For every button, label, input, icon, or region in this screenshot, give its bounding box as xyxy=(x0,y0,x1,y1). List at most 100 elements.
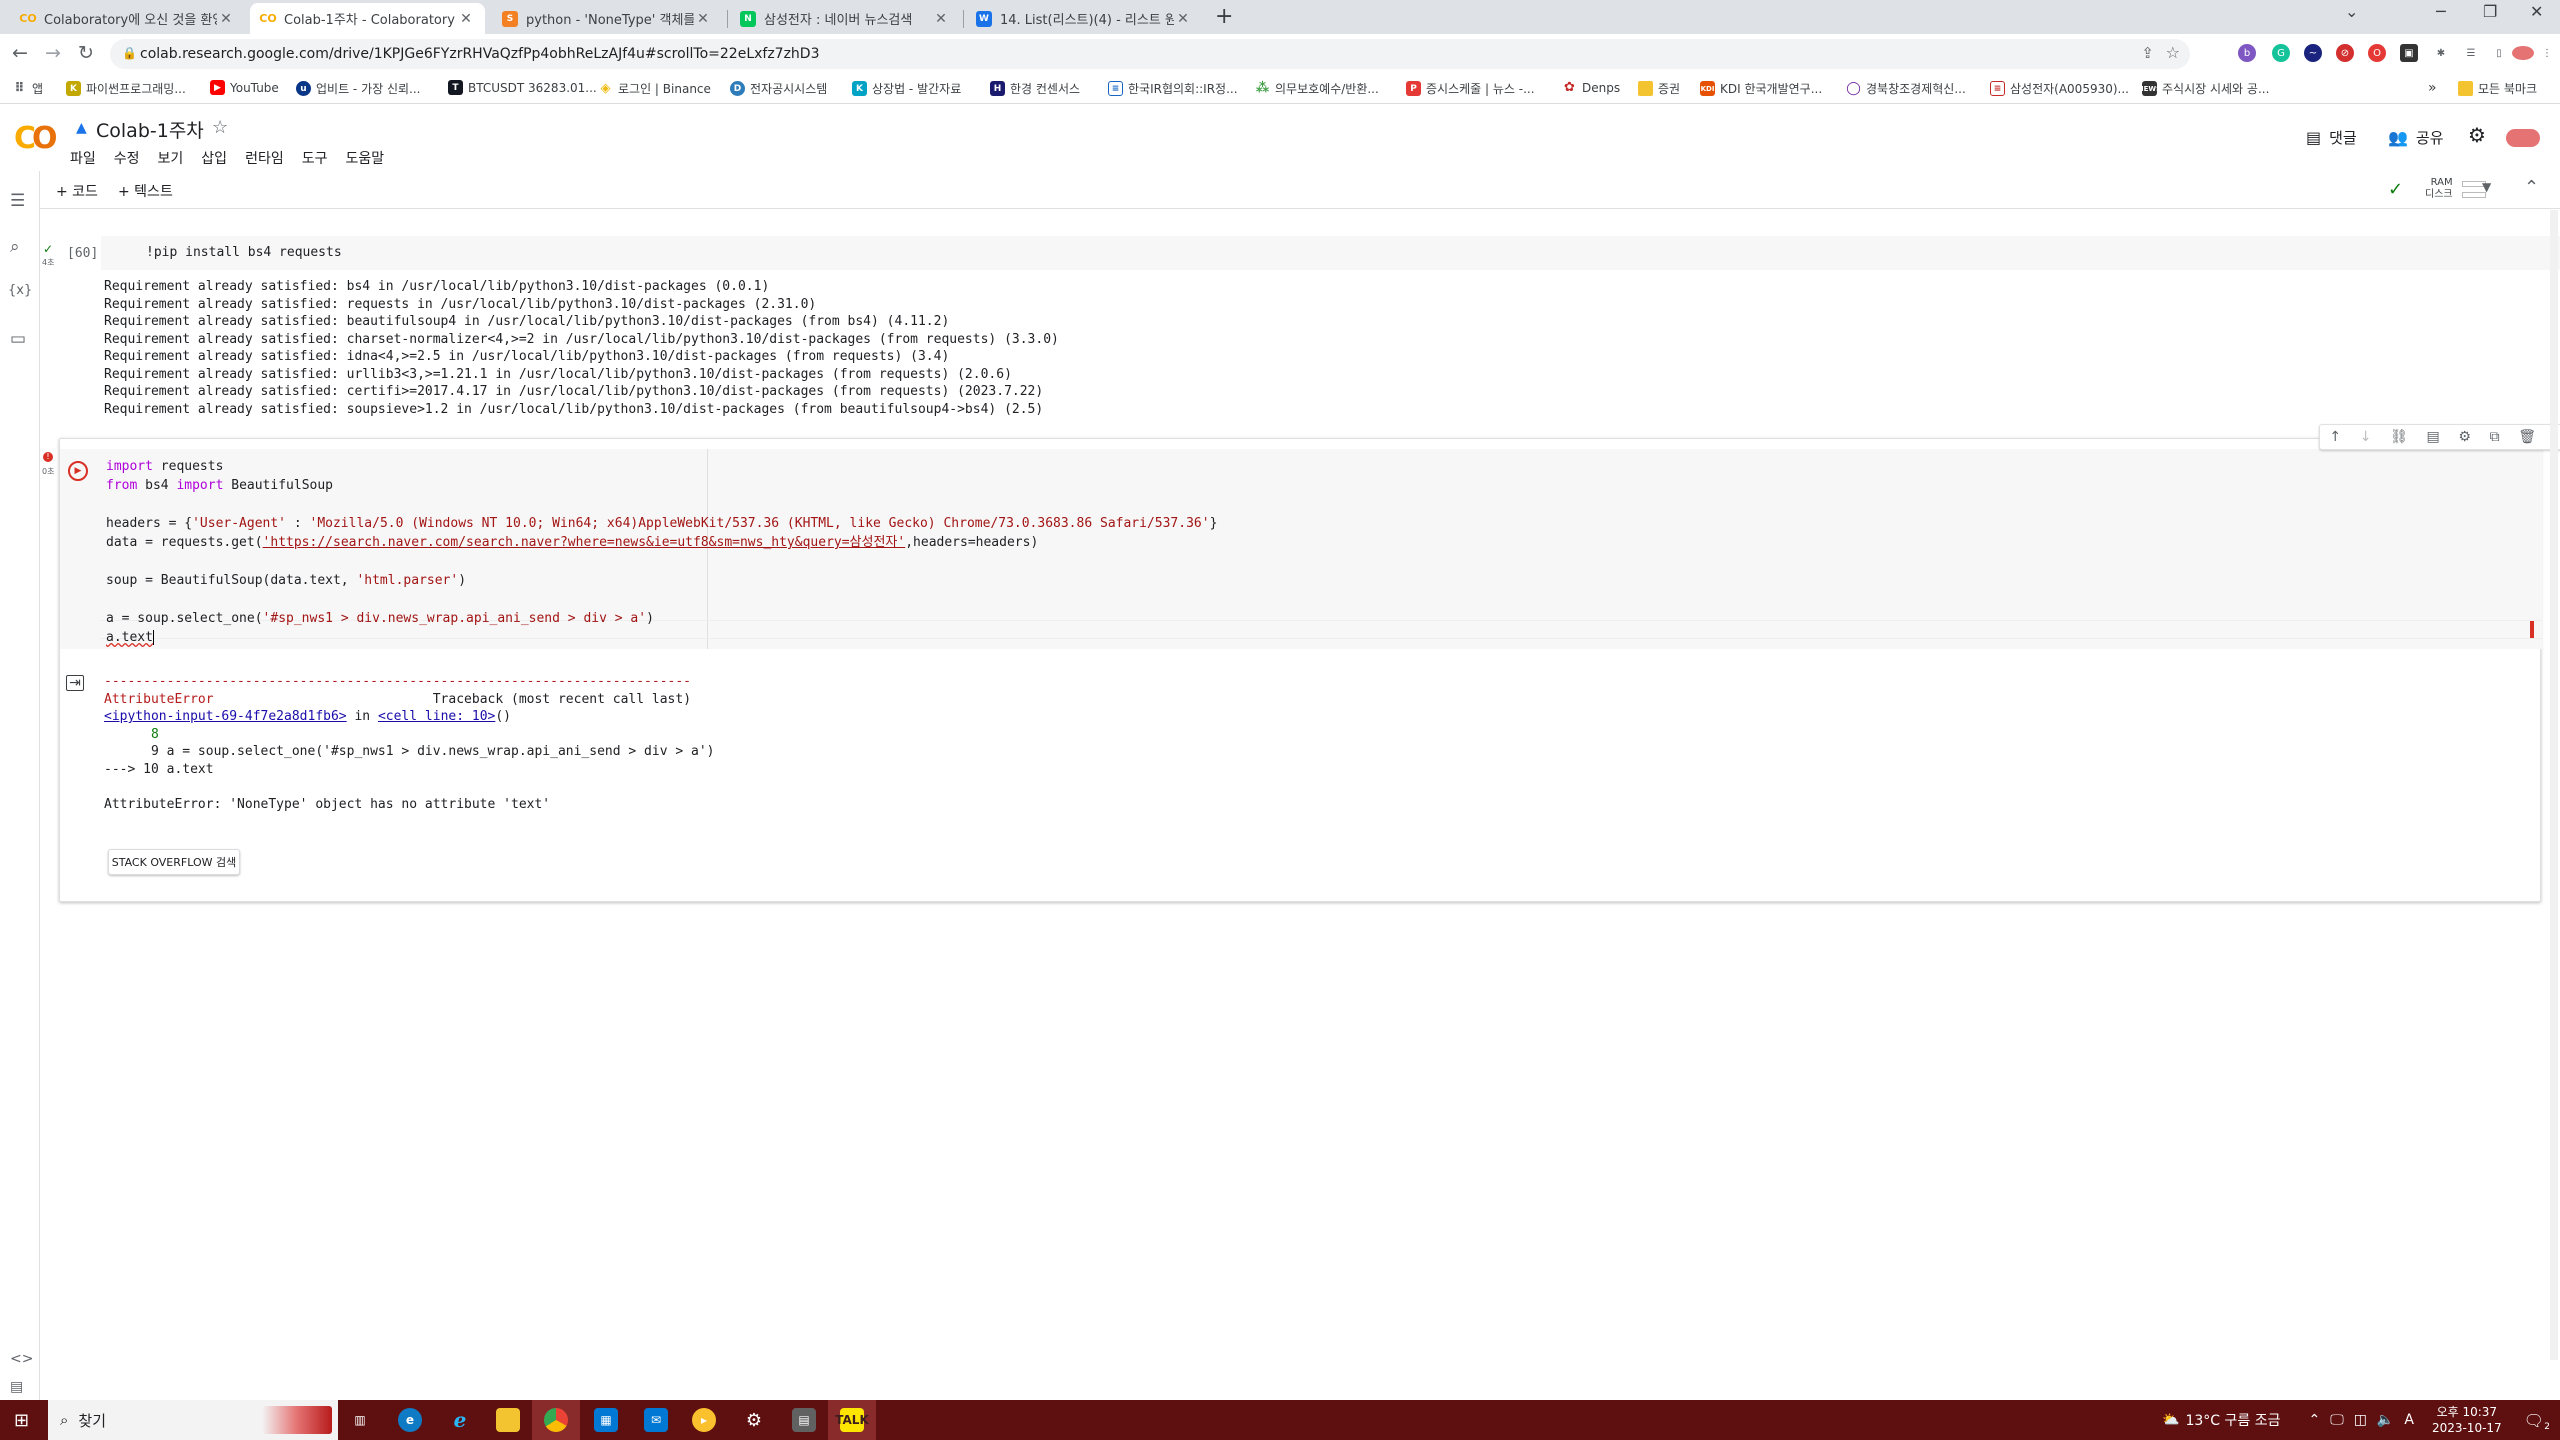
notebook-title[interactable]: Colab-1주차 xyxy=(96,116,204,143)
browser-tab-colab-active[interactable]: CO Colab-1주차 - Colaboratory ✕ xyxy=(250,3,485,34)
chrome-browser-icon[interactable] xyxy=(544,1408,568,1432)
browser-tab-stackoverflow[interactable]: S python - 'NoneType' 객체를 정 ✕ xyxy=(492,3,722,34)
weather-text[interactable]: 13°C 구름 조금 xyxy=(2185,1410,2280,1430)
cell-settings-icon[interactable]: ⚙ xyxy=(2458,429,2471,445)
close-tab-icon[interactable]: ✕ xyxy=(932,11,950,27)
browser-menu-icon[interactable]: ⋮ xyxy=(2538,44,2556,62)
bookmarks-overflow-button[interactable]: » xyxy=(2428,80,2437,96)
menu-file[interactable]: 파일 xyxy=(70,148,96,168)
move-cell-up-icon[interactable]: ↑ xyxy=(2329,429,2341,445)
link-icon[interactable]: ⛓ xyxy=(2390,429,2408,445)
minimize-icon[interactable]: ─ xyxy=(2436,2,2446,21)
bookmark-listing-law[interactable]: K 상장법 - 발간자료 xyxy=(852,80,961,97)
close-tab-icon[interactable]: ✕ xyxy=(457,11,475,27)
code-snippets-icon[interactable]: <> xyxy=(10,1351,33,1367)
bookmark-star-icon[interactable]: ☆ xyxy=(2166,43,2180,62)
delete-cell-icon[interactable]: 🗑 xyxy=(2518,429,2536,445)
microsoft-store-icon[interactable]: ▦ xyxy=(594,1408,618,1432)
extension-stocks-icon[interactable]: ~ xyxy=(2304,44,2322,62)
extension-b-icon[interactable]: b xyxy=(2238,44,2256,62)
bookmark-denps[interactable]: ✿ Denps xyxy=(1562,80,1620,95)
side-panel-icon[interactable]: ▯ xyxy=(2490,44,2508,62)
calculator-icon[interactable]: ▤ xyxy=(792,1408,816,1432)
menu-runtime[interactable]: 런타임 xyxy=(245,148,284,168)
stackoverflow-search-button[interactable]: STACK OVERFLOW 검색 xyxy=(108,849,240,875)
extensions-puzzle-icon[interactable]: ✱ xyxy=(2432,44,2450,62)
resource-monitor[interactable]: RAM 디스크 xyxy=(2425,177,2453,201)
bookmark-apps[interactable]: ⠿ 앱 xyxy=(12,80,43,97)
bookmark-kirs[interactable]: ≡ 한국IR협의회::IR정... xyxy=(1108,80,1238,97)
bookmark-folder-securities[interactable]: 증권 xyxy=(1638,80,1680,97)
reload-icon[interactable]: ↻ xyxy=(78,42,94,64)
share-page-icon[interactable]: ⇪ xyxy=(2141,44,2154,62)
settings-app-icon[interactable]: ⚙ xyxy=(742,1408,766,1432)
close-tab-icon[interactable]: ✕ xyxy=(694,11,712,27)
collapse-header-icon[interactable]: ⌃ xyxy=(2524,177,2539,198)
ime-indicator[interactable]: A xyxy=(2404,1412,2414,1428)
taskbar-search-input[interactable]: ⌕ 찾기 xyxy=(48,1400,338,1440)
bookmark-binance[interactable]: ◈ 로그인 | Binance xyxy=(598,80,711,97)
bookmark-stock-schedule[interactable]: P 증시스케줄 | 뉴스 -... xyxy=(1406,80,1535,97)
cell-line-link[interactable]: <cell line: 10> xyxy=(378,709,495,724)
code-editor[interactable]: !pip install bs4 requests xyxy=(101,236,2560,270)
menu-help[interactable]: 도움말 xyxy=(345,148,384,168)
tab-search-icon[interactable]: ⌄ xyxy=(2345,2,2358,21)
bookmark-ccei[interactable]: ◯ 경북창조경제혁신... xyxy=(1846,80,1966,97)
menu-edit[interactable]: 수정 xyxy=(114,148,140,168)
account-avatar[interactable] xyxy=(2506,129,2540,147)
add-text-cell-button[interactable]: + 텍스트 xyxy=(118,181,173,201)
bookmark-stock-market[interactable]: NEWS 주식시장 시세와 공... xyxy=(2138,80,2269,97)
settings-gear-icon[interactable]: ⚙ xyxy=(2468,123,2486,147)
bookmark-hankyung-consensus[interactable]: H 한경 컨센서스 xyxy=(990,80,1080,97)
extension-grammarly-icon[interactable]: G xyxy=(2272,44,2290,62)
close-window-icon[interactable]: ✕ xyxy=(2530,2,2543,21)
comment-icon[interactable]: ▤ xyxy=(2426,429,2439,445)
add-code-cell-button[interactable]: + 코드 xyxy=(56,181,98,201)
comment-button[interactable]: ▤ 댓글 xyxy=(2306,127,2357,148)
runtime-dropdown-icon[interactable]: ▼ xyxy=(2482,180,2491,194)
files-folder-icon[interactable]: ▭ xyxy=(10,329,26,349)
bookmark-samsung[interactable]: ≡ 삼성전자(A005930)... xyxy=(1990,80,2129,97)
yellow-app-icon[interactable]: ▸ xyxy=(692,1408,716,1432)
bookmark-youtube[interactable]: ▶ YouTube xyxy=(210,80,279,95)
mail-icon[interactable]: ✉ xyxy=(644,1408,668,1432)
naver-url-link[interactable]: 'https://search.naver.com/search.naver?w… xyxy=(263,535,906,550)
reading-list-icon[interactable]: ☰ xyxy=(2462,44,2480,62)
cell-exec-count[interactable]: [60] xyxy=(67,246,98,261)
bookmark-python-programming[interactable]: K 파이썬프로그래밍... xyxy=(66,80,186,97)
url-input[interactable]: 🔒 colab.research.google.com/drive/1KPJGe… xyxy=(110,39,2190,69)
wifi-icon[interactable]: ◫ xyxy=(2354,1412,2367,1428)
search-icon[interactable]: ⌕ xyxy=(10,237,20,257)
menu-view[interactable]: 보기 xyxy=(158,148,184,168)
notebook-scrollbar[interactable] xyxy=(2550,210,2558,1360)
run-cell-play-icon[interactable]: ▶ xyxy=(68,461,88,481)
internet-explorer-icon[interactable]: ℯ xyxy=(448,1408,472,1432)
variables-icon[interactable]: {x} xyxy=(8,283,32,298)
bookmark-dart[interactable]: D 전자공시시스템 xyxy=(730,80,827,97)
edge-browser-icon[interactable]: e xyxy=(398,1408,422,1432)
close-tab-icon[interactable]: ✕ xyxy=(1174,11,1192,27)
kakaotalk-icon[interactable]: TALK xyxy=(835,1408,869,1432)
clock[interactable]: 오후 10:37 2023-10-17 xyxy=(2432,1404,2502,1436)
bookmark-upbit[interactable]: u 업비트 - 가장 신뢰... xyxy=(296,80,421,97)
new-tab-button[interactable]: + xyxy=(1215,4,1233,29)
colab-logo[interactable]: CO xyxy=(14,121,57,156)
browser-tab-colab-welcome[interactable]: CO Colaboratory에 오신 것을 환영 ✕ xyxy=(10,3,245,34)
bookmark-lockup[interactable]: ⁂ 의무보호예수/반환... xyxy=(1255,80,1379,97)
notification-center-icon[interactable]: 🗨 2 xyxy=(2524,1411,2550,1432)
bookmark-tradingview[interactable]: T BTCUSDT 36283.01... xyxy=(448,80,597,95)
browser-tab-naver-news[interactable]: N 삼성전자 : 네이버 뉴스검색 ✕ xyxy=(730,3,960,34)
all-bookmarks-button[interactable]: 모든 북마크 xyxy=(2458,80,2537,97)
windows-start-icon[interactable]: ⊞ xyxy=(14,1410,29,1431)
table-of-contents-icon[interactable]: ☰ xyxy=(10,191,25,211)
ipython-input-link[interactable]: <ipython-input-69-4f7e2a8d1fb6> xyxy=(104,709,347,724)
command-palette-icon[interactable]: ▤ xyxy=(10,1379,23,1395)
show-hidden-icons-icon[interactable]: ⌃ xyxy=(2308,1412,2320,1428)
menu-tools[interactable]: 도구 xyxy=(302,148,328,168)
task-view-icon[interactable]: ▥ xyxy=(348,1408,372,1432)
mirror-cell-icon[interactable]: ⧉ xyxy=(2490,429,2500,445)
share-button[interactable]: 👥 공유 xyxy=(2388,127,2444,148)
file-explorer-icon[interactable] xyxy=(496,1408,520,1432)
close-tab-icon[interactable]: ✕ xyxy=(217,11,235,27)
back-icon[interactable]: ← xyxy=(12,42,28,64)
